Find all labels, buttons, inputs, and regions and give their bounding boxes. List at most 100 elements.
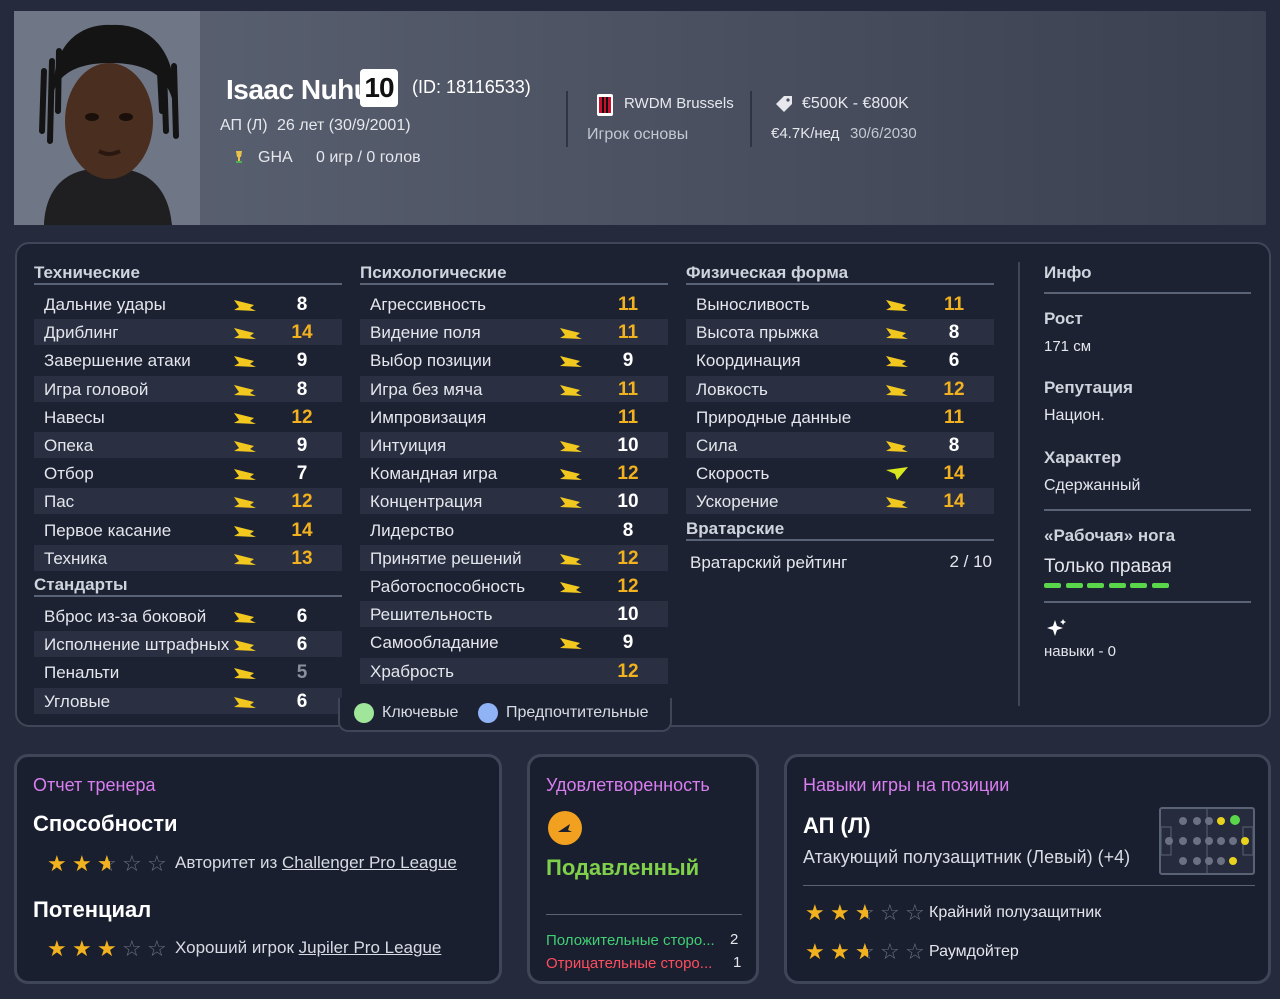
attribute-row[interactable]: Завершение атаки 9: [34, 347, 342, 373]
attribute-row[interactable]: Скорость 14: [686, 460, 994, 486]
attribute-value: 12: [291, 406, 313, 428]
attribute-row[interactable]: Ускорение 14: [686, 488, 994, 515]
attribute-row[interactable]: Ловкость 12: [686, 375, 994, 402]
attribute-row[interactable]: Техника 13: [34, 544, 342, 571]
legend-preferred-label[interactable]: Предпочтительные: [506, 704, 649, 722]
attribute-row[interactable]: Навесы 12: [34, 404, 342, 430]
personality-value: Сдержанный: [1044, 477, 1141, 494]
position-skills-card: Навыки игры на позиции АП (Л) Атакующий …: [784, 754, 1271, 984]
attribute-value: 11: [943, 294, 965, 315]
attribute-value: 6: [296, 634, 308, 656]
attribute-row[interactable]: Опека 9: [34, 432, 342, 458]
attribute-label: Принятие решений: [370, 548, 522, 568]
attribute-row[interactable]: Природные данные 11: [686, 404, 994, 430]
star-full-icon: ★: [830, 900, 850, 925]
player-nation[interactable]: GHA: [258, 149, 293, 167]
attribute-value: 6: [296, 690, 308, 712]
star-full-icon: ★: [805, 900, 825, 925]
preferred-foot-label: «Рабочая» нога: [1044, 526, 1176, 545]
negatives-label[interactable]: Отрицательные сторо...: [546, 955, 712, 972]
attribute-row[interactable]: Командная игра 12: [360, 460, 668, 486]
attribute-row[interactable]: Отбор 7: [34, 460, 342, 486]
attribute-row[interactable]: Самообладание 9: [360, 629, 668, 655]
attribute-label: Исполнение штрафных: [44, 635, 230, 655]
attribute-value: 9: [296, 435, 308, 456]
attribute-row[interactable]: Дальние удары 8: [34, 291, 342, 317]
attribute-row[interactable]: Импровизация 11: [360, 404, 668, 430]
role-name[interactable]: Раумдойтер: [929, 943, 1019, 961]
attribute-row[interactable]: Дриблинг 14: [34, 319, 342, 346]
attribute-row[interactable]: Лидерство 8: [360, 517, 668, 543]
attribute-label: Храбрость: [370, 661, 455, 681]
coach-report-title[interactable]: Отчет тренера: [33, 775, 156, 796]
attribute-label: Решительность: [370, 605, 493, 625]
attribute-row[interactable]: Выбор позиции 9: [360, 347, 668, 373]
foot-strength-bar: [1044, 583, 1174, 588]
attribute-row[interactable]: Угловые 6: [34, 687, 342, 714]
attribute-row[interactable]: Принятие решений 12: [360, 544, 668, 571]
star-full-icon: ★: [830, 939, 850, 964]
attribute-value: 14: [943, 491, 965, 513]
attribute-row[interactable]: Выносливость 11: [686, 291, 994, 317]
potential-league-link[interactable]: Jupiler Pro League: [299, 938, 442, 957]
attribute-value: 8: [296, 378, 308, 400]
attribute-row[interactable]: Координация 6: [686, 347, 994, 373]
attribute-value: 12: [291, 491, 313, 513]
star-full-icon: ★: [72, 851, 92, 876]
trend-arrow-icon: [559, 578, 583, 594]
attribute-label: Угловые: [44, 691, 111, 711]
pitch-position-map[interactable]: [1159, 807, 1255, 875]
role-name[interactable]: Крайний полузащитник: [929, 904, 1101, 922]
attribute-row[interactable]: Решительность 10: [360, 601, 668, 628]
attribute-row[interactable]: Вброс из-за боковой 6: [34, 603, 342, 629]
attribute-value: 11: [943, 406, 965, 428]
positives-label[interactable]: Положительные сторо...: [546, 932, 715, 949]
attribute-row[interactable]: Концентрация 10: [360, 488, 668, 515]
star-half-icon: ☆ ★: [855, 939, 875, 964]
attribute-value: 8: [948, 435, 960, 456]
foot-bar-segment: [1087, 583, 1104, 588]
attribute-label: Сила: [696, 436, 738, 455]
traits-count[interactable]: навыки - 0: [1044, 643, 1116, 660]
happiness-title[interactable]: Удовлетворенность: [546, 775, 710, 796]
trend-arrow-icon: [559, 381, 583, 397]
attribute-row[interactable]: Игра головой 8: [34, 375, 342, 402]
section-title-physical: Физическая форма: [686, 263, 849, 282]
foot-bar-segment: [1108, 583, 1126, 588]
star-empty-icon: ☆: [905, 900, 925, 925]
attribute-value: 8: [948, 322, 960, 344]
potential-heading: Потенциал: [33, 897, 152, 922]
attribute-label: Выносливость: [696, 295, 810, 314]
legend-key-label[interactable]: Ключевые: [382, 704, 458, 722]
ability-comment-prefix: Авторитет из: [175, 853, 283, 872]
attribute-row[interactable]: Работоспособность 12: [360, 573, 668, 599]
attribute-row[interactable]: Высота прыжка 8: [686, 319, 994, 346]
attribute-value: 6: [296, 606, 308, 627]
attribute-row[interactable]: Храбрость 12: [360, 657, 668, 684]
foot-bar-segment: [1130, 583, 1147, 588]
attribute-row[interactable]: Интуиция 10: [360, 432, 668, 458]
section-divider: [686, 539, 994, 541]
attribute-value: 5: [296, 662, 308, 684]
attribute-row[interactable]: Сила 8: [686, 432, 994, 458]
header-divider: [566, 91, 568, 147]
ability-league-link[interactable]: Challenger Pro League: [282, 853, 457, 872]
star-empty-icon: ☆: [880, 939, 900, 964]
attribute-row[interactable]: Игра без мяча 11: [360, 375, 668, 402]
club-name[interactable]: RWDM Brussels: [624, 95, 734, 112]
attribute-row[interactable]: Первое касание 14: [34, 517, 342, 543]
attribute-row[interactable]: Пас 12: [34, 488, 342, 515]
attribute-row[interactable]: Исполнение штрафных 6: [34, 631, 342, 658]
unhappy-mood-icon: [548, 811, 582, 845]
happiness-status: Подавленный: [546, 855, 700, 880]
attribute-row[interactable]: Пенальти 5: [34, 659, 342, 685]
goalkeeper-rating-row[interactable]: Вратарский рейтинг 2 / 10: [686, 549, 994, 575]
star-half-icon: ☆ ★: [855, 900, 875, 925]
attribute-label: Дриблинг: [44, 323, 119, 343]
position-skills-title[interactable]: Навыки игры на позиции: [803, 775, 1009, 796]
attribute-label: Навесы: [44, 407, 105, 427]
attribute-value: 14: [943, 463, 965, 485]
happiness-card: Удовлетворенность Подавленный Положитель…: [527, 754, 759, 984]
attribute-row[interactable]: Видение поля 11: [360, 319, 668, 346]
attribute-row[interactable]: Агрессивность 11: [360, 291, 668, 317]
